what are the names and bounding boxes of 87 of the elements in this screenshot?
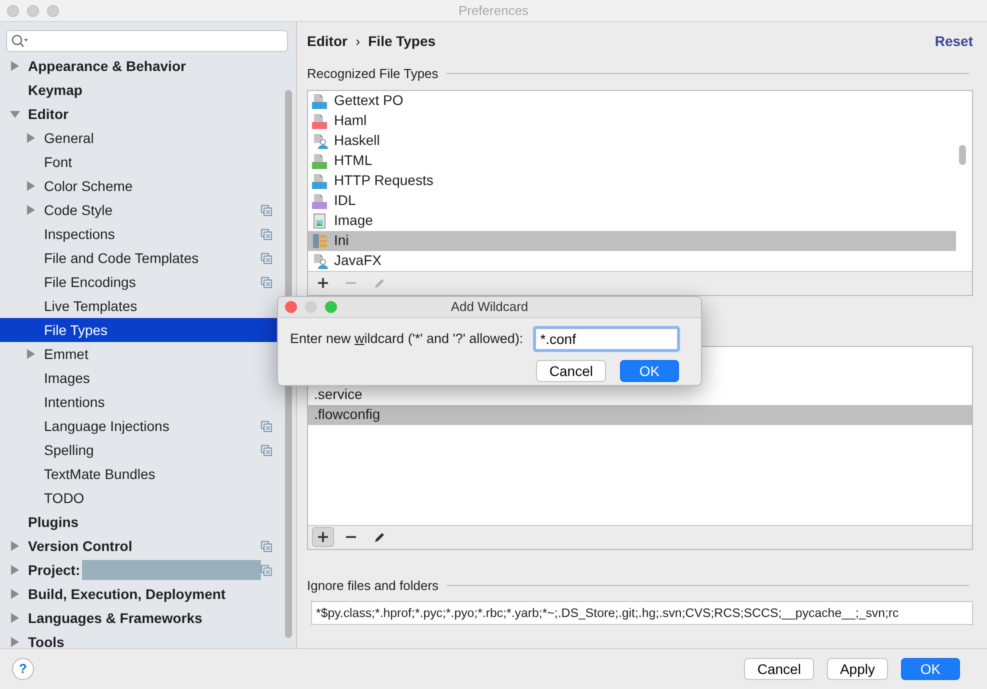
window-title: Preferences — [458, 2, 529, 20]
window-control-button[interactable] — [27, 5, 39, 17]
tree-item-label[interactable]: Emmet — [44, 344, 88, 364]
window-control-button[interactable] — [285, 301, 297, 313]
tree-item-label[interactable]: Code Style — [44, 200, 112, 220]
help-button[interactable]: ? — [12, 658, 34, 680]
tree-item-label[interactable]: Font — [44, 152, 72, 172]
ok-button[interactable]: OK — [901, 658, 960, 680]
list-row[interactable]: HTML — [308, 150, 956, 170]
breadcrumb-item[interactable]: Editor — [307, 30, 348, 52]
add-button[interactable] — [312, 527, 334, 547]
input-field[interactable]: *.conf — [533, 326, 680, 352]
tree-item-label[interactable]: Appearance & Behavior — [28, 56, 186, 76]
image-file-icon — [312, 212, 328, 228]
tree-item-label[interactable]: File and Code Templates — [44, 248, 199, 268]
list-row[interactable]: Ini — [308, 230, 956, 250]
file-type-name: Haskell — [334, 131, 380, 150]
right-triangle-icon[interactable] — [26, 205, 36, 215]
list-row[interactable]: Haskell — [308, 130, 956, 150]
ok-button[interactable]: OK — [620, 360, 679, 382]
field-label: Enter new wildcard ('*' and '?' allowed): — [290, 330, 524, 348]
list-row[interactable]: .service — [308, 384, 972, 404]
tree-item-label[interactable]: Languages & Frameworks — [28, 608, 202, 628]
tree-item-label[interactable]: Language Injections — [44, 416, 170, 436]
scrollbar-thumb[interactable] — [959, 144, 966, 164]
section-title: Recognized File Types — [307, 65, 438, 83]
tree-item-label[interactable]: Color Scheme — [44, 176, 133, 196]
tree-item-label[interactable]: Editor — [28, 104, 68, 124]
dialog-title: Add Wildcard — [450, 298, 528, 316]
tree-item-label[interactable]: Plugins — [28, 512, 79, 532]
list-row[interactable]: JavaFX — [308, 250, 956, 270]
list-row[interactable]: .flowconfig — [308, 404, 972, 424]
pencil-icon — [373, 531, 385, 543]
tree-item-label[interactable]: Live Templates — [44, 296, 138, 316]
tree-item-label[interactable]: Tools — [28, 632, 64, 648]
right-triangle-icon[interactable] — [10, 61, 20, 71]
down-triangle-icon[interactable] — [10, 109, 20, 119]
tree-item-label[interactable]: File Encodings — [44, 272, 136, 292]
file-type-name: Haml — [334, 111, 367, 130]
right-triangle-icon[interactable] — [10, 613, 20, 623]
list-row[interactable]: Gettext PO — [308, 90, 956, 110]
plus-icon — [317, 531, 329, 543]
window-control-button[interactable] — [325, 301, 337, 313]
file-type-name: Image — [334, 211, 373, 230]
right-triangle-icon[interactable] — [10, 637, 20, 647]
right-triangle-icon[interactable] — [26, 349, 36, 359]
file-type-name: Ini — [334, 231, 349, 250]
file-type-name: HTTP Requests — [334, 171, 434, 190]
pencil-icon — [373, 277, 385, 289]
tree-item-label[interactable]: TODO — [44, 488, 84, 508]
file-type-name: IDL — [334, 191, 356, 210]
tree-item-label[interactable]: Build, Execution, Deployment — [28, 584, 226, 604]
plus-icon — [317, 277, 329, 289]
window-control-button[interactable] — [7, 5, 19, 17]
tree-item-label[interactable]: Intentions — [44, 392, 105, 412]
breadcrumb-item: File Types — [368, 32, 436, 51]
section-title: Ignore files and folders — [307, 576, 439, 595]
text-field[interactable]: *$py.class;*.hprof;*.pyc;*.pyo;*.rbc;*.yarb;*~;.DS_Store;.git;.hg;.svn;CVS;RCS;SCCS;__pycache__;_svn;rc — [311, 601, 973, 625]
file-type-name: HTML — [334, 151, 372, 170]
dialog-button[interactable]: Cancel — [744, 658, 814, 680]
list-row[interactable]: IDL — [308, 190, 956, 210]
right-triangle-icon[interactable] — [10, 541, 20, 551]
file-type-icon — [312, 132, 328, 148]
right-triangle-icon[interactable] — [10, 589, 20, 599]
tree-item-label[interactable]: Images — [44, 368, 90, 388]
dialog-button[interactable]: Apply — [826, 658, 888, 680]
tree-item-label[interactable]: Project: — [28, 560, 80, 580]
list-row[interactable]: Haml — [308, 110, 956, 130]
file-type-name: JavaFX — [334, 251, 382, 270]
list-row[interactable]: HTTP Requests — [308, 170, 956, 190]
right-triangle-icon[interactable] — [26, 181, 36, 191]
search-field[interactable] — [6, 30, 288, 52]
reset-link[interactable]: Reset — [934, 30, 973, 52]
tree-item-label[interactable]: Keymap — [28, 80, 82, 100]
tree-item-label[interactable]: Spelling — [44, 440, 94, 460]
window-control-button[interactable] — [47, 5, 59, 17]
search-icon — [11, 34, 29, 48]
breadcrumb-separator: › — [355, 32, 360, 50]
tree-item-label[interactable]: Inspections — [44, 224, 115, 244]
right-triangle-icon[interactable] — [10, 565, 20, 575]
tree-item-label[interactable]: General — [44, 128, 94, 148]
cancel-button[interactable]: Cancel — [536, 360, 606, 382]
tree-item-label[interactable]: TextMate Bundles — [44, 464, 156, 484]
list-row[interactable]: Image — [308, 210, 956, 230]
file-type-name: Gettext PO — [334, 91, 404, 110]
right-triangle-icon[interactable] — [26, 133, 36, 143]
tree-item-label[interactable]: Version Control — [28, 536, 132, 556]
